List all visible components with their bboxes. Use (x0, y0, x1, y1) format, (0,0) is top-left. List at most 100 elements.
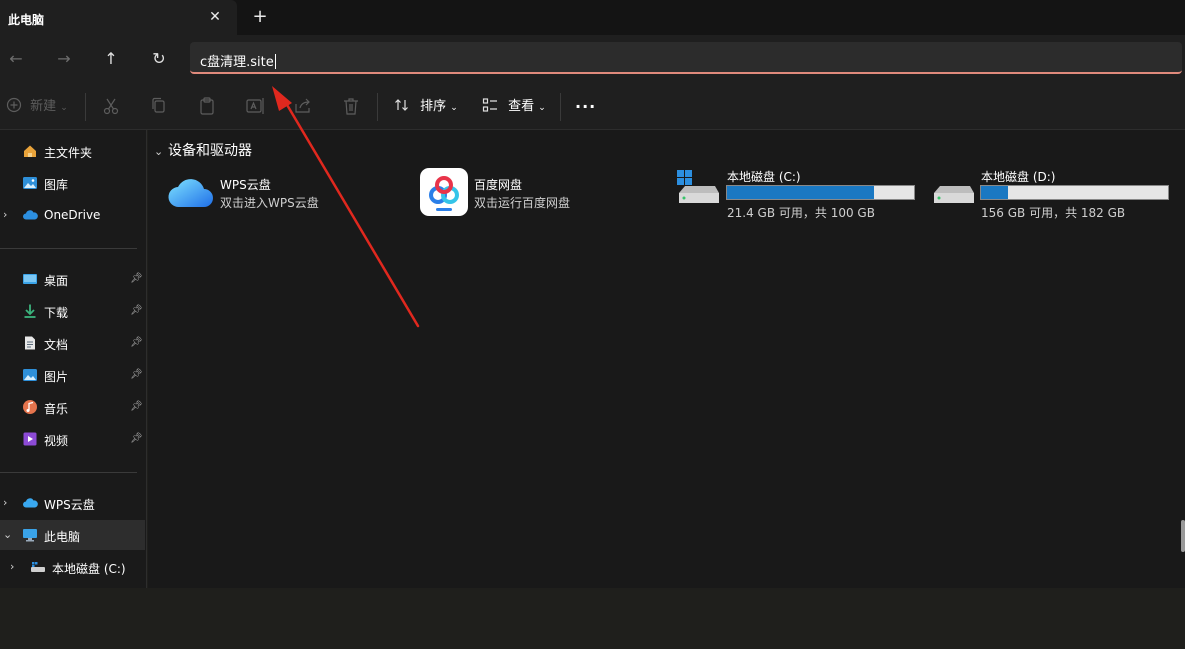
up-icon[interactable]: ↑ (99, 47, 123, 71)
tile-description: 双击运行百度网盘 (474, 196, 571, 210)
download-icon (24, 304, 36, 318)
chevron-right-icon[interactable]: › (10, 560, 20, 574)
windows-drive-icon (677, 170, 719, 203)
delete-icon[interactable] (340, 95, 362, 117)
drive-c-tile[interactable]: 本地磁盘 (C:) 21.4 GB 可用，共 100 GB (675, 166, 920, 222)
copy-icon[interactable] (148, 95, 170, 117)
document-icon (25, 336, 35, 350)
address-value: c盘清理.site (200, 55, 274, 70)
back-icon[interactable]: ← (4, 47, 28, 71)
computer-icon (23, 529, 37, 542)
new-label: 新建 (30, 99, 57, 114)
sidebar-item-label: 桌面 (44, 274, 69, 288)
title-bar: 此电脑 ✕ + (0, 0, 1185, 35)
chevron-down-icon: ⌄ (60, 103, 68, 113)
pin-icon[interactable]: 📌︎ (130, 305, 143, 317)
pin-icon[interactable]: 📌︎ (130, 369, 143, 381)
drive-d-tile[interactable]: 本地磁盘 (D:) 156 GB 可用，共 182 GB (930, 166, 1175, 222)
usage-fill (727, 186, 874, 199)
section-devices-and-drives[interactable]: ⌄ 设备和驱动器 (154, 140, 252, 160)
baidu-netdisk-tile[interactable]: 百度网盘 双击运行百度网盘 (420, 168, 640, 218)
sidebar-item-pictures[interactable]: 图片 📌︎ (0, 360, 145, 390)
onedrive-icon (23, 210, 38, 220)
sidebar-item-label: WPS云盘 (44, 498, 95, 512)
wps-cloud-tile[interactable]: WPS云盘 双击进入WPS云盘 (168, 170, 388, 220)
sort-icon (395, 99, 408, 111)
sidebar-item-label: 图片 (44, 370, 69, 384)
pin-icon[interactable]: 📌︎ (130, 273, 143, 285)
window-background (0, 588, 1185, 649)
drive-space-info: 156 GB 可用，共 182 GB (981, 206, 1126, 220)
drive-d-usage-bar (980, 185, 1169, 200)
toolbar-divider (377, 93, 378, 121)
tab-title: 此电脑 (8, 13, 45, 27)
sidebar-item-this-pc[interactable]: ⌄ 此电脑 (0, 520, 145, 550)
pin-icon[interactable]: 📌︎ (130, 401, 143, 413)
home-icon (24, 145, 36, 157)
paste-icon[interactable] (196, 95, 218, 117)
view-button[interactable]: 查看 ⌄ (482, 95, 546, 119)
tab-this-pc[interactable]: 此电脑 ✕ (0, 0, 237, 35)
chevron-right-icon[interactable]: › (3, 208, 13, 222)
scrollbar-thumb[interactable] (1181, 520, 1185, 552)
drive-icon (31, 562, 45, 572)
sidebar-item-label: 音乐 (44, 402, 69, 416)
text-caret (274, 54, 276, 69)
tile-name: 百度网盘 (474, 178, 523, 192)
sidebar-item-label: 文档 (44, 338, 69, 352)
command-bar: 新建 ⌄ 排序 ⌄ 查看 ⌄ ··· (0, 83, 1185, 130)
share-icon[interactable] (292, 95, 314, 117)
sidebar-item-label: 本地磁盘 (C:) (52, 562, 126, 576)
pin-icon[interactable]: 📌︎ (130, 337, 143, 349)
chevron-down-icon: ⌄ (154, 145, 164, 158)
sort-button[interactable]: 排序 ⌄ (394, 95, 458, 119)
chevron-down-icon: ⌄ (450, 103, 458, 113)
tile-name: WPS云盘 (220, 178, 271, 192)
drive-c-usage-bar (726, 185, 915, 200)
sidebar-item-local-disk-c[interactable]: › 本地磁盘 (C:) (0, 552, 145, 582)
baidu-netdisk-icon (420, 168, 468, 216)
sidebar-item-downloads[interactable]: 下载 📌︎ (0, 296, 145, 326)
sidebar-item-label: 下载 (44, 306, 69, 320)
sidebar-item-videos[interactable]: 视频 📌︎ (0, 424, 145, 454)
toolbar-divider (85, 93, 86, 121)
chevron-down-icon[interactable]: ⌄ (3, 528, 13, 542)
sidebar-item-label: 此电脑 (44, 530, 81, 544)
sidebar-divider (0, 248, 137, 249)
forward-icon[interactable]: → (52, 47, 76, 71)
cut-icon[interactable] (100, 95, 122, 117)
refresh-icon[interactable]: ↻ (147, 47, 171, 71)
drive-icon (934, 186, 974, 203)
chevron-right-icon[interactable]: › (3, 496, 13, 510)
drive-space-info: 21.4 GB 可用，共 100 GB (727, 206, 875, 220)
music-icon (23, 400, 37, 414)
toolbar-divider (560, 93, 561, 121)
new-tab-icon[interactable]: + (250, 7, 270, 27)
main-content: ⌄ 设备和驱动器 WPS云盘 双击进入WPS云盘 百度网盘 双击运行百度网盘 本地… (148, 130, 1185, 588)
address-input[interactable]: c盘清理.site (200, 51, 276, 70)
add-icon (6, 97, 22, 113)
sidebar-item-gallery[interactable]: 图库 (0, 168, 145, 198)
sidebar-item-wps-cloud[interactable]: › WPS云盘 (0, 488, 145, 518)
rename-icon[interactable] (244, 95, 266, 117)
sidebar-item-label: 视频 (44, 434, 69, 448)
more-options-icon[interactable]: ··· (575, 95, 596, 119)
chevron-down-icon: ⌄ (538, 103, 546, 113)
wps-cloud-icon (168, 179, 213, 208)
close-tab-icon[interactable]: ✕ (206, 8, 224, 26)
wps-cloud-icon (23, 498, 38, 508)
navigation-pane: 主文件夹 图库 › OneDrive 桌面 📌︎ 下载 📌︎ 文档 📌︎ 图片 … (0, 130, 147, 588)
address-bar[interactable]: c盘清理.site (190, 42, 1182, 74)
sidebar-item-documents[interactable]: 文档 📌︎ (0, 328, 145, 358)
sort-label: 排序 (420, 99, 447, 114)
pin-icon[interactable]: 📌︎ (130, 433, 143, 445)
sidebar-item-label: OneDrive (44, 208, 101, 222)
sidebar-item-desktop[interactable]: 桌面 📌︎ (0, 264, 145, 294)
sidebar-item-music[interactable]: 音乐 📌︎ (0, 392, 145, 422)
new-button[interactable]: 新建 ⌄ (6, 95, 68, 119)
sidebar-item-home[interactable]: 主文件夹 (0, 136, 145, 166)
sidebar-item-onedrive[interactable]: › OneDrive (0, 200, 145, 230)
sidebar-item-label: 图库 (44, 178, 69, 192)
usage-fill (981, 186, 1008, 199)
navigation-bar: ← → ↑ ↻ c盘清理.site (0, 35, 1185, 83)
